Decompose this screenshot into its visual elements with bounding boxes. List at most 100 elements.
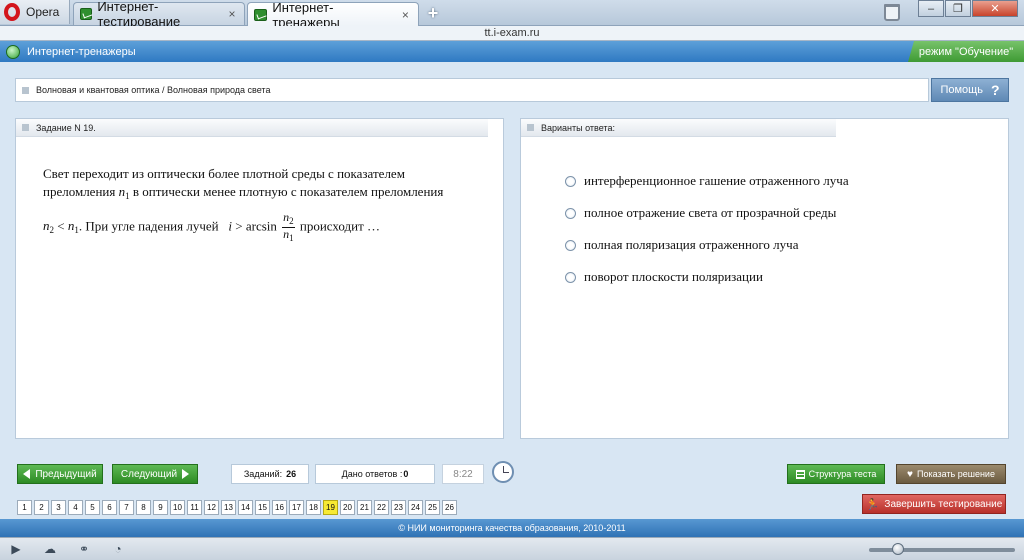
help-button[interactable]: Помощь ? <box>931 78 1009 102</box>
page-button[interactable]: 6 <box>102 500 117 515</box>
browser-tab-bar: Opera Интернет-тестирование × Интернет-т… <box>0 0 1024 30</box>
finish-test-label: Завершить тестирование <box>884 498 1003 510</box>
answer-label: полное отражение света от прозрачной сре… <box>584 205 837 220</box>
page-button[interactable]: 17 <box>289 500 304 515</box>
opera-menu-button[interactable]: Opera <box>0 0 70 24</box>
page-button[interactable]: 10 <box>170 500 185 515</box>
breadcrumb: Волновая и квантовая оптика / Волновая п… <box>15 78 929 102</box>
answer-options: интерференционное гашение отраженного лу… <box>565 165 849 293</box>
page-button[interactable]: 9 <box>153 500 168 515</box>
page-button[interactable]: 8 <box>136 500 151 515</box>
show-solution-button[interactable]: ♥ Показать решение <box>896 464 1006 484</box>
close-window-button[interactable]: ✕ <box>972 0 1018 17</box>
formula-subscript: 2 <box>289 216 294 226</box>
previous-label: Предыдущий <box>35 468 97 480</box>
page-button[interactable]: 24 <box>408 500 423 515</box>
trash-icon[interactable] <box>884 4 900 21</box>
page-navigator: 1 2 3 4 5 6 7 8 9 10 11 12 13 14 15 16 17 18 19 20 21 22 23 24 2… <box>17 500 457 515</box>
minimize-button[interactable]: – <box>918 0 944 17</box>
answer-label: интерференционное гашение отраженного лу… <box>584 173 849 188</box>
panel-toggle-icon[interactable]: ▶ <box>8 543 24 556</box>
list-icon <box>795 469 805 479</box>
finish-test-button[interactable]: 🏃 Завершить тестирование <box>862 494 1006 514</box>
answered-count: Дано ответов :0 <box>315 464 435 484</box>
question-line-3: n2 < n1. При угле падения лучей i > arcs… <box>43 211 483 244</box>
page-button[interactable]: 26 <box>442 500 457 515</box>
page-button[interactable]: 7 <box>119 500 134 515</box>
test-structure-button[interactable]: Структура теста <box>787 464 885 484</box>
radio-button[interactable] <box>565 271 576 283</box>
address-bar[interactable]: tt.i-exam.ru <box>0 26 1024 41</box>
formula-fraction: n2 n1 <box>282 211 295 244</box>
arrow-right-icon <box>182 469 190 479</box>
bullet-icon <box>22 86 29 94</box>
page-button[interactable]: 19 <box>323 500 338 515</box>
page-button[interactable]: 20 <box>340 500 355 515</box>
previous-button[interactable]: Предыдущий <box>17 464 103 484</box>
timer-display: 8:22 <box>442 464 484 484</box>
answer-option[interactable]: полное отражение света от прозрачной сре… <box>565 197 849 229</box>
tab-internet-trainers[interactable]: Интернет-тренажеры × <box>247 0 419 30</box>
tasks-count-value: 26 <box>286 469 297 479</box>
formula-n1: n1 <box>68 218 79 235</box>
page-button[interactable]: 1 <box>17 500 32 515</box>
page-button[interactable]: 4 <box>68 500 83 515</box>
app-title: Интернет-тренажеры <box>27 45 136 58</box>
page-button[interactable]: 18 <box>306 500 321 515</box>
page-button[interactable]: 22 <box>374 500 389 515</box>
task-number: Задание N 19. <box>36 122 96 133</box>
maximize-button[interactable]: ❐ <box>945 0 971 17</box>
page-button[interactable]: 5 <box>85 500 100 515</box>
answer-option[interactable]: поворот плоскости поляризации <box>565 261 849 293</box>
page-button[interactable]: 3 <box>51 500 66 515</box>
page-button[interactable]: 23 <box>391 500 406 515</box>
tab-label: Интернет-тестирование <box>97 0 181 29</box>
tab-internet-testing[interactable]: Интернет-тестирование × <box>73 0 245 29</box>
heart-icon: ♥ <box>907 468 913 480</box>
next-button[interactable]: Следующий <box>112 464 198 484</box>
tab-close-icon[interactable]: × <box>399 8 412 22</box>
formula-arcsin: > arcsin <box>235 218 277 234</box>
formula-subscript: 1 <box>125 191 130 201</box>
app-logo-icon <box>6 44 20 59</box>
formula-var-i: i <box>228 218 233 234</box>
page-button[interactable]: 25 <box>425 500 440 515</box>
tasks-count-label: Заданий: <box>243 469 283 479</box>
tab-close-icon[interactable]: × <box>226 7 238 21</box>
answered-count-value: 0 <box>403 469 409 479</box>
share-icon[interactable]: ⚭ <box>76 543 92 556</box>
page-button[interactable]: 13 <box>221 500 236 515</box>
page-button[interactable]: 11 <box>187 500 202 515</box>
radio-button[interactable] <box>565 207 576 219</box>
answers-panel-header: Варианты ответа: <box>521 119 836 137</box>
page-button[interactable]: 21 <box>357 500 372 515</box>
task-panel-header: Задание N 19. <box>16 119 488 137</box>
breadcrumb-text: Волновая и квантовая оптика / Волновая п… <box>36 85 271 95</box>
next-label: Следующий <box>120 468 178 480</box>
page-button[interactable]: 16 <box>272 500 287 515</box>
bullet-icon <box>527 124 534 131</box>
formula-subscript: 1 <box>289 233 294 243</box>
show-solution-label: Показать решение <box>916 469 995 479</box>
page-button[interactable]: 15 <box>255 500 270 515</box>
speed-icon[interactable]: ◔ <box>110 543 126 556</box>
cloud-icon[interactable]: ☁ <box>42 543 58 556</box>
answer-option[interactable]: полная поляризация отраженного луча <box>565 229 849 261</box>
opera-menu-label: Opera <box>26 5 60 19</box>
answered-count-label: Дано ответов : <box>341 469 403 479</box>
answer-label: поворот плоскости поляризации <box>584 269 763 284</box>
fraction-numerator: n2 <box>282 211 295 228</box>
page-button[interactable]: 2 <box>34 500 49 515</box>
answer-option[interactable]: интерференционное гашение отраженного лу… <box>565 165 849 197</box>
mode-badge: режим "Обучение" <box>908 41 1024 62</box>
radio-button[interactable] <box>565 239 576 251</box>
question-line-2: преломления n1 в оптически менее плотную… <box>43 183 483 205</box>
page-button[interactable]: 14 <box>238 500 253 515</box>
question-text-fragment: преломления <box>43 184 116 199</box>
radio-button[interactable] <box>565 175 576 187</box>
page-button[interactable]: 12 <box>204 500 219 515</box>
task-panel: Задание N 19. Свет переходит из оптическ… <box>15 118 504 439</box>
new-tab-button[interactable]: + <box>424 3 442 24</box>
question-icon: ? <box>990 82 1000 98</box>
zoom-slider[interactable] <box>869 548 1015 552</box>
